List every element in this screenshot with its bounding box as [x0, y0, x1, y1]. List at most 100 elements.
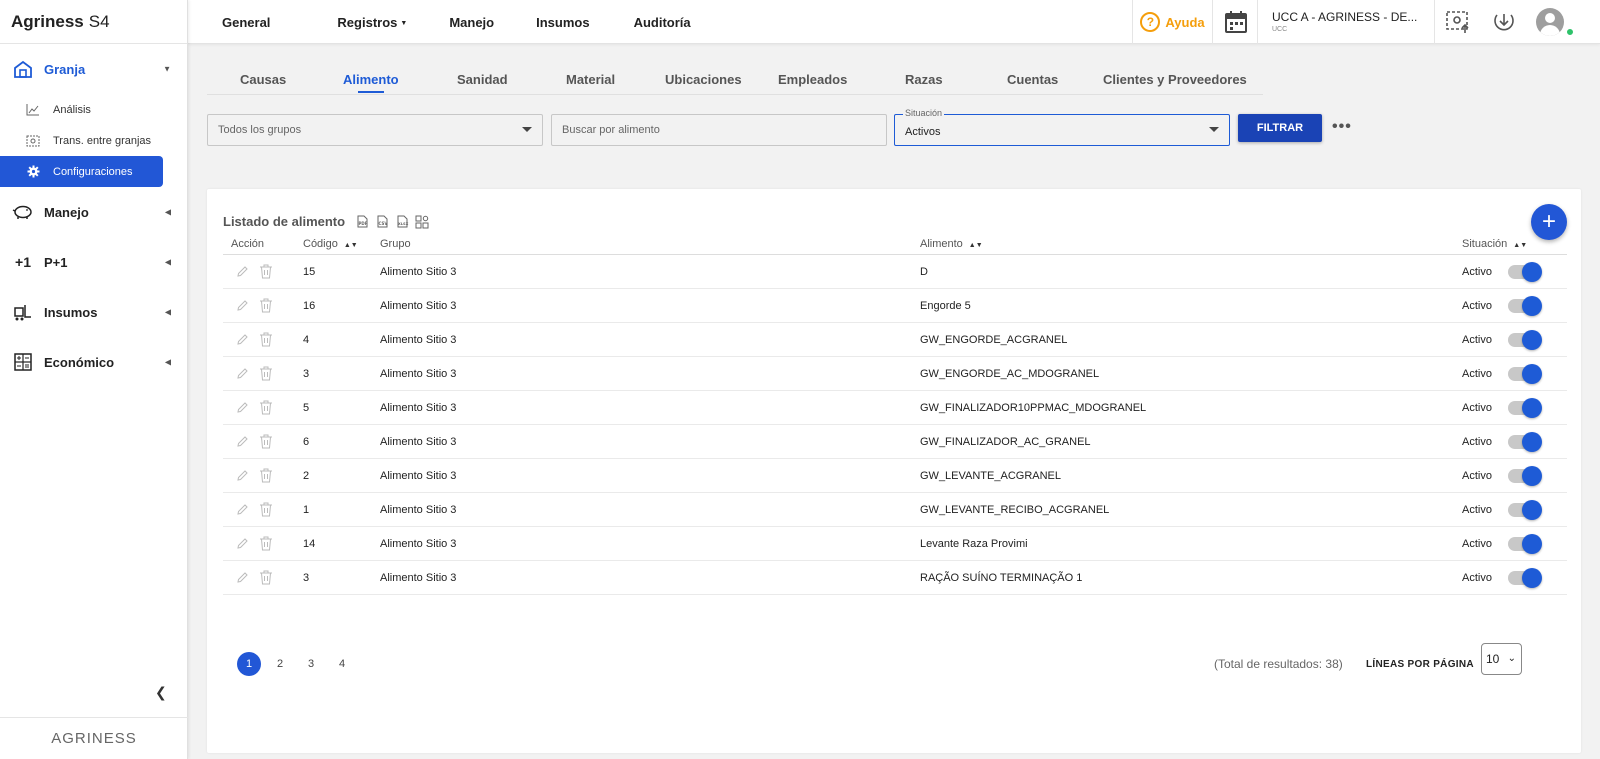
help-button[interactable]: ? Ayuda — [1132, 0, 1213, 44]
sidebar-group-insumos[interactable]: Insumos ◀ — [0, 287, 187, 337]
situation-label: Situación — [903, 108, 945, 118]
tab-alimento[interactable]: Alimento — [343, 72, 399, 87]
tab-causas[interactable]: Causas — [240, 72, 286, 87]
sort-icon[interactable]: ▲▼ — [1513, 242, 1527, 249]
page-button-2[interactable]: 2 — [268, 652, 292, 676]
column-header-situacion[interactable]: Situación ▲▼ — [1462, 238, 1567, 255]
pdf-export-icon[interactable]: PDF — [355, 215, 369, 229]
xlsx-export-icon[interactable]: XLSX — [395, 215, 409, 229]
online-status-dot — [1566, 28, 1574, 36]
tab-empleados[interactable]: Empleados — [778, 72, 847, 87]
screen-share-button[interactable] — [1435, 0, 1481, 44]
edit-pencil-icon[interactable] — [236, 367, 249, 380]
add-feed-button[interactable]: + — [1531, 204, 1567, 240]
topnav-manejo[interactable]: Manejo — [449, 15, 494, 30]
chart-line-icon — [25, 102, 41, 118]
status-toggle[interactable] — [1507, 533, 1542, 554]
trash-icon[interactable] — [259, 536, 273, 551]
cell-alimento: Engorde 5 — [920, 288, 1462, 323]
status-toggle[interactable] — [1507, 431, 1542, 452]
trash-icon[interactable] — [259, 366, 273, 381]
table-row: 14 Alimento Sitio 3 Levante Raza Provimi… — [223, 526, 1567, 561]
more-options-icon[interactable]: ••• — [1332, 118, 1352, 136]
edit-pencil-icon[interactable] — [236, 401, 249, 414]
edit-pencil-icon[interactable] — [236, 333, 249, 346]
edit-pencil-icon[interactable] — [236, 435, 249, 448]
cell-alimento: GW_ENGORDE_AC_MDOGRANEL — [920, 356, 1462, 391]
search-input[interactable]: Buscar por alimento — [551, 114, 887, 146]
collapse-sidebar-icon[interactable]: ❮ — [155, 684, 167, 701]
filter-button[interactable]: FILTRAR — [1238, 114, 1322, 142]
sidebar-group-p1[interactable]: +1 P+1 ◀ — [0, 237, 187, 287]
topnav-general[interactable]: General — [222, 15, 270, 30]
tab-sanidad[interactable]: Sanidad — [457, 72, 508, 87]
page-button-4[interactable]: 4 — [330, 652, 354, 676]
edit-pencil-icon[interactable] — [236, 571, 249, 584]
calendar-button[interactable] — [1214, 0, 1258, 44]
trash-icon[interactable] — [259, 434, 273, 449]
sidebar-item-trans-entre-granjas[interactable]: Trans. entre granjas — [0, 125, 187, 156]
trash-icon[interactable] — [259, 400, 273, 415]
topnav-insumos[interactable]: Insumos — [536, 15, 589, 30]
trash-icon[interactable] — [259, 332, 273, 347]
cell-grupo: Alimento Sitio 3 — [380, 424, 920, 459]
edit-pencil-icon[interactable] — [236, 537, 249, 550]
tab-material[interactable]: Material — [566, 72, 615, 87]
user-menu-button[interactable] — [1527, 0, 1573, 44]
cell-alimento: GW_FINALIZADOR10PPMAC_MDOGRANEL — [920, 390, 1462, 425]
trash-icon[interactable] — [259, 468, 273, 483]
status-toggle[interactable] — [1507, 261, 1542, 282]
sidebar-group-manejo[interactable]: Manejo ◀ — [0, 187, 187, 237]
status-toggle[interactable] — [1507, 567, 1542, 588]
topnav-auditoria[interactable]: Auditoría — [634, 15, 691, 30]
sidebar-item-configuraciones[interactable]: Configuraciones — [0, 156, 163, 187]
chevron-down-icon: ⌄ — [1507, 653, 1516, 664]
sidebar-group-economico[interactable]: Económico ◀ — [0, 337, 187, 387]
cell-codigo: 4 — [303, 322, 380, 357]
edit-pencil-icon[interactable] — [236, 299, 249, 312]
brand-logo[interactable]: Agriness S4 — [0, 0, 187, 44]
edit-pencil-icon[interactable] — [236, 469, 249, 482]
csv-export-icon[interactable]: CSV — [375, 215, 389, 229]
status-toggle[interactable] — [1507, 397, 1542, 418]
trash-icon[interactable] — [259, 298, 273, 313]
tab-ubicaciones[interactable]: Ubicaciones — [665, 72, 742, 87]
sort-icon[interactable]: ▲▼ — [344, 242, 358, 249]
cell-alimento: GW_LEVANTE_ACGRANEL — [920, 458, 1462, 493]
edit-pencil-icon[interactable] — [236, 265, 249, 278]
svg-text:CSV: CSV — [378, 221, 388, 226]
status-toggle[interactable] — [1507, 363, 1542, 384]
column-settings-icon[interactable] — [415, 215, 429, 229]
table-row: 3 Alimento Sitio 3 RAÇÃO SUÍNO TERMINAÇÃ… — [223, 560, 1567, 595]
page-button-1[interactable]: 1 — [237, 652, 261, 676]
cell-grupo: Alimento Sitio 3 — [380, 526, 920, 561]
cell-alimento: GW_ENGORDE_ACGRANEL — [920, 322, 1462, 357]
sidebar-item-analisis[interactable]: Análisis — [0, 94, 187, 125]
list-title: Listado de alimento PDF CSV XLSX — [223, 214, 429, 229]
cell-alimento: GW_FINALIZADOR_AC_GRANEL — [920, 424, 1462, 459]
sidebar-group-granja[interactable]: Granja ▼ — [0, 44, 187, 94]
page-button-3[interactable]: 3 — [299, 652, 323, 676]
status-toggle[interactable] — [1507, 465, 1542, 486]
trash-icon[interactable] — [259, 264, 273, 279]
trash-icon[interactable] — [259, 570, 273, 585]
trash-icon[interactable] — [259, 502, 273, 517]
edit-pencil-icon[interactable] — [236, 503, 249, 516]
column-header-alimento[interactable]: Alimento ▲▼ — [920, 238, 1462, 255]
group-select[interactable]: Todos los grupos — [207, 114, 543, 146]
status-toggle[interactable] — [1507, 499, 1542, 520]
situation-select[interactable]: Situación Activos — [894, 108, 1230, 146]
status-toggle[interactable] — [1507, 329, 1542, 350]
tab-clientes-proveedores[interactable]: Clientes y Proveedores — [1103, 72, 1247, 87]
lines-per-page-select[interactable]: 10 ⌄ — [1481, 643, 1522, 675]
download-button[interactable] — [1481, 0, 1527, 44]
tab-cuentas[interactable]: Cuentas — [1007, 72, 1058, 87]
cell-alimento: Levante Raza Provimi — [920, 526, 1462, 561]
status-toggle[interactable] — [1507, 295, 1542, 316]
screen-share-icon — [1446, 11, 1469, 33]
tab-razas[interactable]: Razas — [905, 72, 943, 87]
farm-selector[interactable]: UCC A - AGRINESS - DE... UCC — [1272, 10, 1417, 33]
sort-icon[interactable]: ▲▼ — [969, 242, 983, 249]
column-header-codigo[interactable]: Código ▲▼ — [303, 238, 380, 255]
topnav-registros[interactable]: Registros ▼ — [337, 15, 407, 30]
